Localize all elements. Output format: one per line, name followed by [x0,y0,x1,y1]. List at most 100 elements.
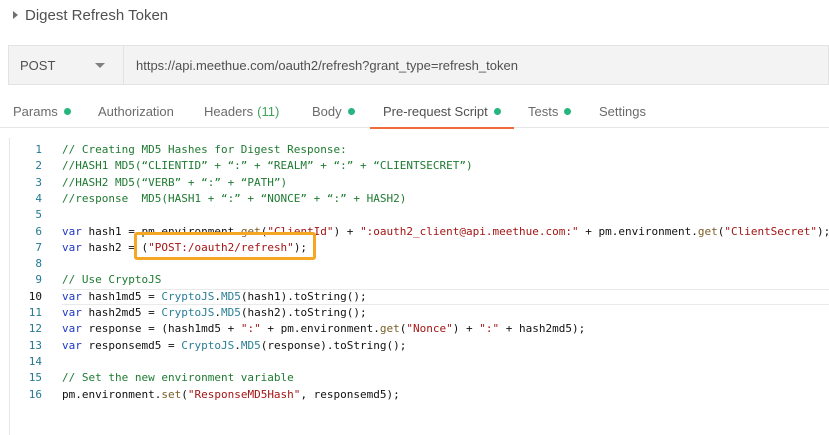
line-number: 8 [35,257,42,271]
method-select[interactable]: POST [9,46,124,84]
code-text: //HASH1 MD5(“CLIENTID” + “:” + “REALM” +… [62,158,473,174]
highlight-annotation [134,232,316,260]
code-text: var hash1md5 = CryptoJS.MD5(hash1).toStr… [62,289,367,305]
code-token: + pm.environment. [578,224,698,238]
code-text: pm.environment.set("ResponseMD5Hash", re… [62,387,400,403]
request-url-bar: POST https://api.meethue.com/oauth2/refr… [8,45,829,85]
tab-label: Params [13,104,58,119]
code-line[interactable]: 1 // Creating MD5 Hashes for Digest Respo… [10,142,829,158]
status-dot-icon [493,108,501,115]
code-token: CryptoJS [161,306,215,319]
code-text: //HASH2 MD5(“VERB” + “:” + “PATH”) [62,175,287,191]
code-line[interactable]: 9 // Use CryptoJS [10,272,829,288]
line-number: 16 [28,387,42,401]
tab-body[interactable]: Body [312,96,355,127]
code-token: set [161,387,182,401]
code-token: . [214,306,221,319]
code-line[interactable]: 4 //response MD5(HASH1 + “:” + “NONCE” + … [10,191,829,207]
code-line[interactable]: 13 var responsemd5 = CryptoJS.MD5(respons… [10,338,829,354]
code-token: var [62,289,82,303]
line-number: 3 [35,175,42,189]
tab-authorization[interactable]: Authorization [98,96,174,127]
code-token: (response).toString(); [260,338,407,352]
code-token: // Creating MD5 Hashes for Digest Respon… [62,143,347,156]
status-dot-icon [564,108,572,115]
script-editor[interactable]: 1 // Creating MD5 Hashes for Digest Respo… [9,138,829,435]
tab-headers[interactable]: Headers (11) [204,96,279,127]
tab-tests[interactable]: Tests [528,96,572,127]
code-token: , responsemd5); [300,387,400,401]
code-token: . [214,289,221,303]
code-line[interactable]: 12 var response = (hash1md5 + ":" + pm.en… [10,321,829,337]
expand-caret-icon[interactable] [13,11,18,19]
code-text: var hash2md5 = CryptoJS.MD5(hash2).toStr… [62,305,367,321]
tab-params[interactable]: Params [13,96,71,127]
code-token: //HASH1 MD5(“CLIENTID” + “:” + “REALM” +… [62,159,473,173]
code-token: var [62,240,82,254]
chevron-down-icon [95,62,105,68]
code-line[interactable]: 2 //HASH1 MD5(“CLIENTID” + “:” + “REALM” … [10,158,829,174]
code-line[interactable]: 8 [10,256,829,272]
code-token: MD5 [240,338,261,352]
code-token: MD5 [220,289,241,303]
line-number: 12 [28,322,42,336]
code-token: var [62,224,82,238]
code-token: var [62,322,82,336]
line-number: 7 [35,240,42,254]
code-token: hash1md5 = [81,289,162,303]
line-number: 1 [35,143,42,156]
tab-label: Pre-request Script [383,104,488,119]
code-token: hash2md5 = [81,306,162,319]
code-text: //response MD5(HASH1 + “:” + “NONCE” + “… [62,191,406,207]
tab-label: Tests [528,104,559,119]
code-token: // Set the new environment variable [62,371,294,385]
tab-settings[interactable]: Settings [599,96,646,127]
code-token: ":oauth2_client@api.meethue.com:" [360,224,579,238]
code-token: MD5 [220,306,241,319]
code-token: pm.environment. [62,387,162,401]
code-line[interactable]: 11 var hash2md5 = CryptoJS.MD5(hash2).toS… [10,305,829,321]
url-input[interactable]: https://api.meethue.com/oauth2/refresh?g… [124,46,828,84]
line-number: 11 [28,306,42,319]
code-text: var response = (hash1md5 + ":" + pm.envi… [62,321,585,337]
code-line[interactable]: 10 var hash1md5 = CryptoJS.MD5(hash1).toS… [10,288,829,305]
code-token: + pm.environment. [260,322,380,336]
code-token: + hash2md5); [499,322,586,336]
code-token: get [697,224,718,238]
code-line[interactable]: 6 var hash1 = pm.environment.get("ClientI… [10,224,829,240]
code-line[interactable]: 7 var hash2 = ("POST:/oauth2/refresh"); [10,240,829,256]
code-token: . [234,338,241,352]
code-token: response = (hash1md5 + [81,322,241,336]
code-token: (hash2).toString(); [240,306,367,319]
code-token: ( [181,387,188,401]
code-token: ":" [479,322,500,336]
code-text: // Set the new environment variable [62,370,294,386]
code-token: //HASH2 MD5(“VERB” + “:” + “PATH”) [62,175,288,189]
code-token: "Nonce" [406,322,453,336]
code-line[interactable]: 3 //HASH2 MD5(“VERB” + “:” + “PATH”) [10,175,829,191]
code-line[interactable]: 14 [10,354,829,370]
code-token: // Use CryptoJS [62,273,162,287]
tab-label: Headers [204,104,254,119]
code-line[interactable]: 5 [10,207,829,223]
code-token: ); [817,224,829,238]
request-title: Digest Refresh Token [25,6,169,24]
status-dot-icon [347,108,355,115]
code-token: var [62,306,82,319]
code-token: get [379,322,400,336]
line-number: 14 [28,354,42,368]
request-title-row[interactable]: Digest Refresh Token [0,0,829,30]
code-text: // Use CryptoJS [62,272,161,288]
line-number: 15 [28,371,42,385]
request-tabs: Params Authorization Headers (11) Body Pre-re… [0,96,829,129]
code-token: responsemd5 = [81,338,182,352]
tab-pre-request-script[interactable]: Pre-request Script [370,96,514,129]
code-token: //response MD5(HASH1 + “:” + “NONCE” + “… [62,191,407,205]
line-number: 4 [35,191,42,205]
code-token: ":" [240,322,261,336]
tab-label: Body [312,104,342,119]
code-token: (hash1).toString(); [240,289,367,303]
code-line[interactable]: 16 pm.environment.set("ResponseMD5Hash", … [10,387,829,403]
code-line[interactable]: 15 // Set the new environment variable [10,370,829,386]
code-text: // Creating MD5 Hashes for Digest Respon… [62,142,347,158]
